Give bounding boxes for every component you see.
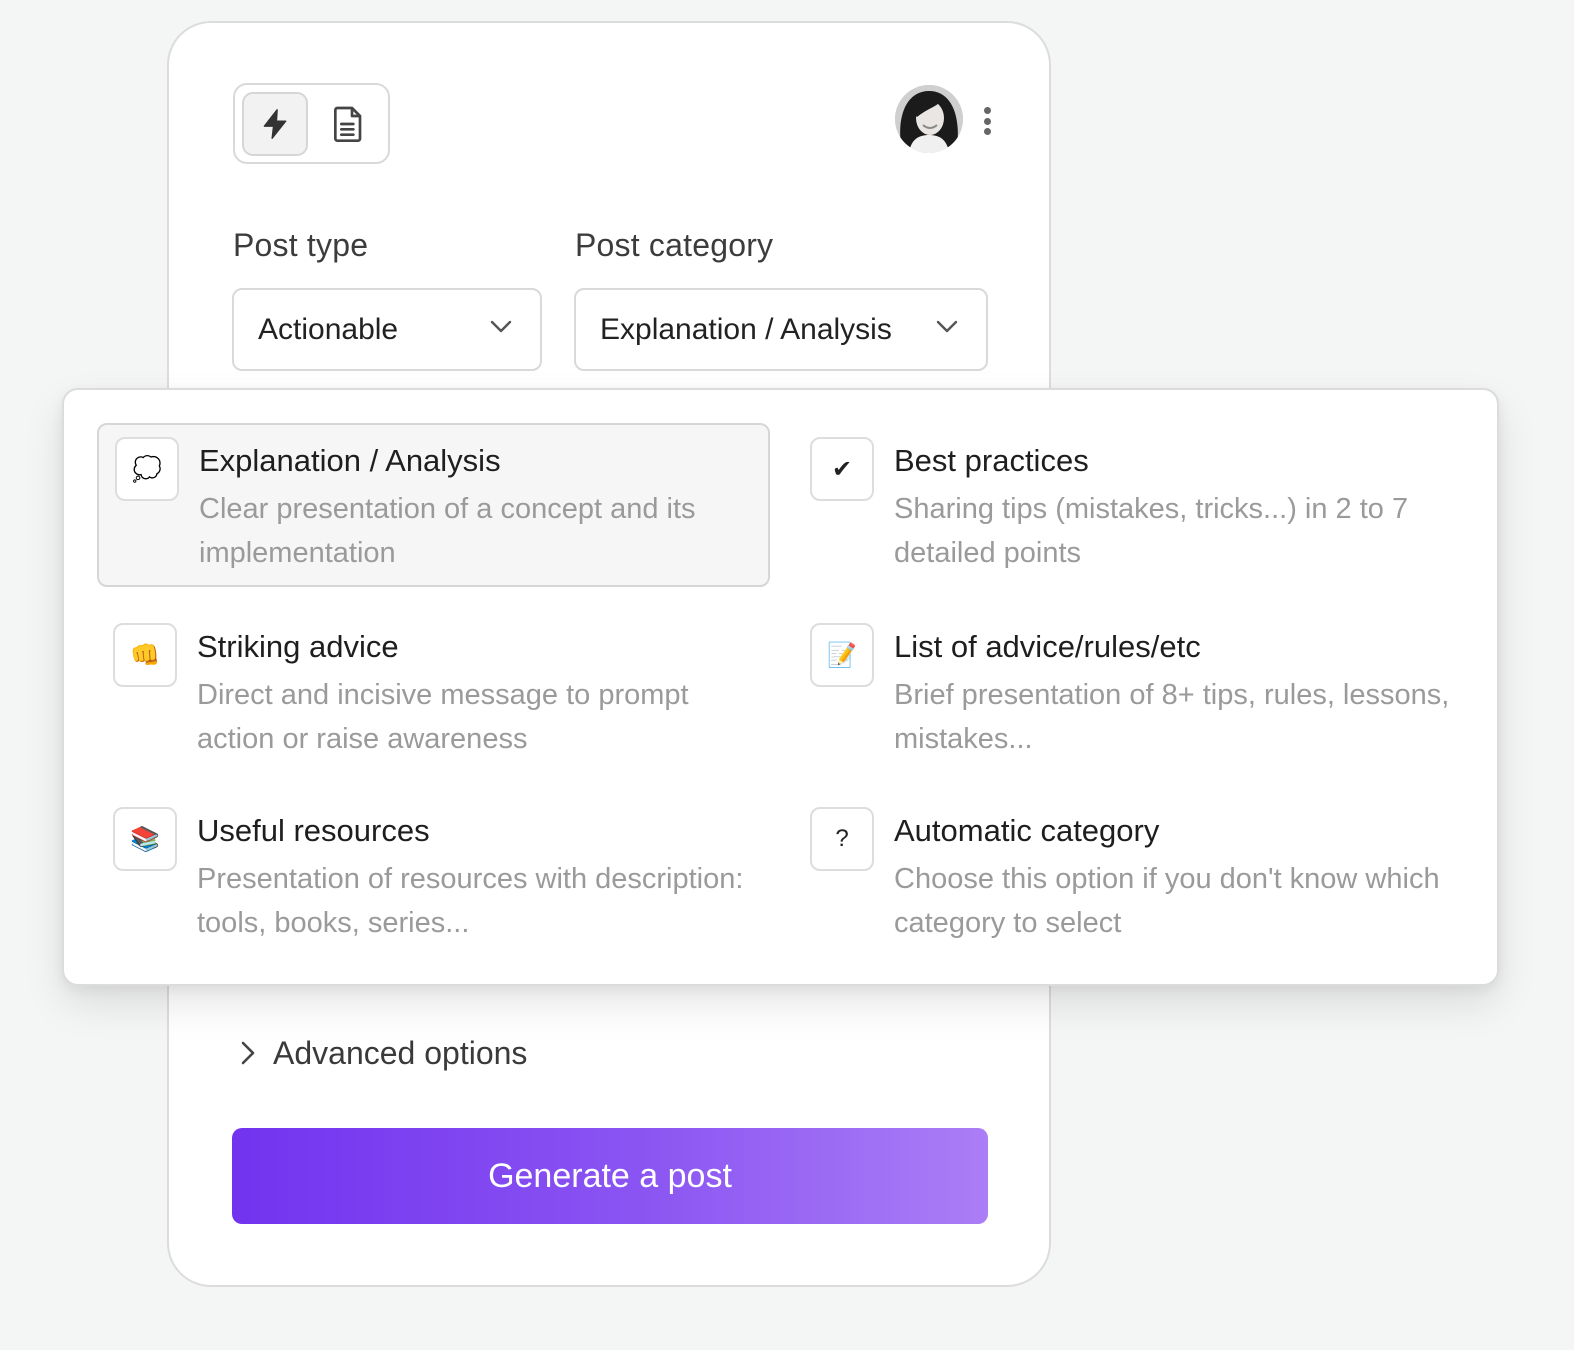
category-option[interactable]: ? Automatic category Choose this option … xyxy=(792,793,1465,957)
post-type-select[interactable]: Actionable xyxy=(232,288,542,371)
category-option-title: Explanation / Analysis xyxy=(199,443,501,478)
category-option[interactable]: 📚 Useful resources Presentation of resou… xyxy=(95,793,768,957)
quick-mode-button[interactable] xyxy=(242,92,308,156)
fist-icon: 👊 xyxy=(113,623,177,687)
category-option-description: Direct and incisive message to prompt ac… xyxy=(197,679,689,755)
lightning-icon xyxy=(263,109,287,139)
generate-post-button[interactable]: Generate a post xyxy=(232,1128,988,1224)
kebab-menu-icon[interactable] xyxy=(977,103,997,139)
category-option[interactable]: 💭 Explanation / Analysis Clear presentat… xyxy=(97,423,770,587)
category-option-title: Best practices xyxy=(894,443,1089,478)
chevron-down-icon xyxy=(490,320,512,333)
category-option-title: Useful resources xyxy=(197,813,430,848)
category-option[interactable]: 👊 Striking advice Direct and incisive me… xyxy=(95,609,768,773)
check-icon: ✔ xyxy=(810,437,874,501)
thought-bubble-icon: 💭 xyxy=(115,437,179,501)
user-avatar[interactable] xyxy=(895,85,963,153)
advanced-options-toggle[interactable]: Advanced options xyxy=(241,1028,527,1078)
mode-switcher xyxy=(233,83,390,164)
books-icon: 📚 xyxy=(113,807,177,871)
post-category-dropdown: 💭 Explanation / Analysis Clear presentat… xyxy=(62,388,1499,986)
post-category-label: Post category xyxy=(575,227,774,263)
post-category-value: Explanation / Analysis xyxy=(600,312,892,346)
category-option-description: Clear presentation of a concept and its … xyxy=(199,493,696,569)
document-mode-button[interactable] xyxy=(315,92,381,156)
category-option-title: Automatic category xyxy=(894,813,1160,848)
advanced-options-label: Advanced options xyxy=(273,1034,528,1071)
category-option[interactable]: ✔ Best practices Sharing tips (mistakes,… xyxy=(792,423,1465,587)
post-type-value: Actionable xyxy=(258,312,399,346)
post-type-label: Post type xyxy=(233,227,369,263)
chevron-down-icon xyxy=(936,320,958,333)
question-icon: ? xyxy=(810,807,874,871)
category-option[interactable]: 📝 List of advice/rules/etc Brief present… xyxy=(792,609,1465,773)
category-option-description: Sharing tips (mistakes, tricks...) in 2 … xyxy=(894,493,1409,569)
post-category-select[interactable]: Explanation / Analysis xyxy=(574,288,988,371)
category-option-description: Brief presentation of 8+ tips, rules, le… xyxy=(894,679,1450,755)
category-option-description: Choose this option if you don't know whi… xyxy=(894,863,1440,939)
category-option-description: Presentation of resources with descripti… xyxy=(197,863,744,939)
document-icon xyxy=(334,106,362,142)
category-option-title: List of advice/rules/etc xyxy=(894,629,1201,664)
memo-icon: 📝 xyxy=(810,623,874,687)
avatar-photo xyxy=(895,85,963,153)
chevron-right-icon xyxy=(241,1041,255,1065)
category-option-title: Striking advice xyxy=(197,629,399,664)
